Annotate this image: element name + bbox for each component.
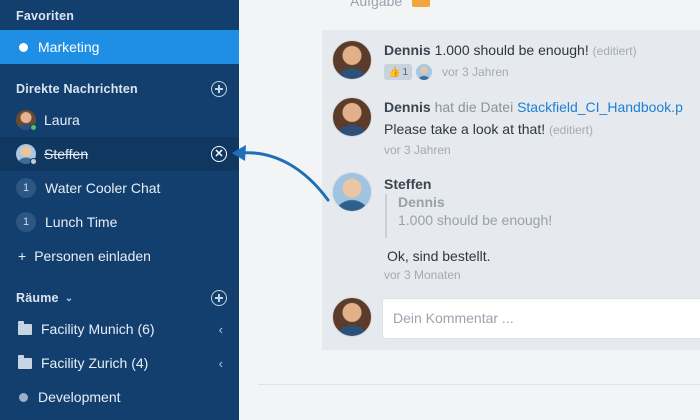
divider: [258, 384, 700, 385]
direct-messages-title: Direkte Nachrichten: [16, 82, 138, 96]
current-user-avatar: [332, 297, 372, 337]
like-badge[interactable]: 👍 1: [384, 64, 413, 80]
sidebar-item-development[interactable]: Development: [0, 380, 239, 414]
avatar: [16, 144, 37, 165]
sidebar-item-label: Development: [38, 389, 121, 405]
comment-text: Ok, sind bestellt.: [387, 248, 491, 264]
rooms-title-label: Räume: [16, 291, 59, 305]
comment-input[interactable]: Dein Kommentar ...: [382, 298, 700, 339]
annotation-arrow-icon: [232, 145, 330, 202]
member-count-badge: 1: [16, 178, 36, 198]
thumbs-up-icon: 👍: [388, 66, 401, 78]
comment-text-line: Dennis hat die Datei Stackfield_CI_Handb…: [384, 99, 683, 115]
chevron-left-icon[interactable]: ‹: [219, 356, 223, 371]
sidebar-item-facility-zurich[interactable]: Facility Zurich (4) ‹: [0, 346, 239, 380]
rooms-title[interactable]: Räume ⌄: [16, 291, 73, 305]
sidebar-item-label: Water Cooler Chat: [45, 180, 161, 196]
favorites-title: Favoriten: [16, 9, 75, 23]
comment-action: hat die Datei: [434, 99, 514, 115]
avatar[interactable]: [332, 172, 372, 212]
sidebar-item-lunch-time[interactable]: 1 Lunch Time: [0, 205, 239, 239]
comment-author[interactable]: Steffen: [384, 176, 431, 192]
plus-icon: +: [18, 248, 27, 264]
sidebar-item-label: Facility Munich (6): [41, 321, 155, 337]
sidebar-item-laura[interactable]: Laura: [0, 103, 239, 137]
chevron-left-icon[interactable]: ‹: [219, 322, 223, 337]
sidebar-item-label: Steffen: [44, 146, 89, 162]
comment-text: Please take a look at that!: [384, 121, 546, 137]
folder-icon: [18, 320, 32, 335]
sidebar-item-steffen[interactable]: Steffen ✕: [0, 137, 239, 171]
room-dot-icon: [19, 42, 28, 52]
invite-people-label: Personen einladen: [34, 248, 151, 264]
sidebar-item-facility-munich[interactable]: Facility Munich (6) ‹: [0, 312, 239, 346]
sidebar-item-label: Laura: [44, 112, 80, 128]
room-dot-icon: [19, 392, 28, 402]
quote-text: 1.000 should be enough!: [398, 212, 553, 228]
like-reactions[interactable]: 👍 1 vor 3 Jahren: [384, 64, 509, 80]
member-count-badge: 1: [16, 212, 36, 232]
add-direct-message-icon[interactable]: [211, 81, 227, 97]
comment-text-line: Dennis 1.000 should be enough! (editiert…: [384, 42, 637, 58]
invite-people-link[interactable]: + Personen einladen: [0, 239, 239, 273]
sidebar-item-label: Facility Zurich (4): [41, 355, 149, 371]
chevron-down-icon: ⌄: [64, 292, 74, 304]
avatar: [16, 110, 37, 131]
task-color-icon: [412, 0, 431, 7]
comment-author[interactable]: Dennis: [384, 99, 431, 115]
liker-avatar: [416, 64, 433, 80]
like-count: 1: [402, 66, 409, 78]
comment-text-line: Please take a look at that! (editiert): [384, 121, 593, 137]
folder-icon: [18, 354, 32, 369]
file-link[interactable]: Stackfield_CI_Handbook.p: [517, 99, 683, 115]
avatar[interactable]: [332, 97, 372, 137]
main-panel: Aufgabe Dennis 1.000 should be enough! (…: [239, 0, 700, 420]
sidebar: Favoriten Marketing Direkte Nachrichten …: [0, 0, 239, 420]
online-status-icon: [30, 124, 37, 131]
offline-status-icon: [30, 158, 37, 165]
comment-time: vor 3 Jahren: [442, 65, 509, 79]
comment-author[interactable]: Dennis: [384, 42, 431, 58]
edited-label: (editiert): [549, 123, 594, 137]
comments-section: Dennis 1.000 should be enough! (editiert…: [322, 30, 700, 350]
comment-time: vor 3 Jahren: [384, 143, 451, 157]
quote-author: Dennis: [398, 194, 445, 210]
edited-label: (editiert): [592, 44, 637, 58]
add-room-icon[interactable]: [211, 290, 227, 306]
close-conversation-icon[interactable]: ✕: [211, 146, 227, 162]
task-item[interactable]: Aufgabe: [350, 0, 431, 9]
sidebar-item-label: Lunch Time: [45, 214, 118, 230]
avatar[interactable]: [332, 40, 372, 80]
task-label: Aufgabe: [350, 0, 403, 9]
sidebar-item-label: Marketing: [38, 39, 100, 55]
quoted-comment: Dennis 1.000 should be enough!: [385, 194, 552, 238]
comment-time: vor 3 Monaten: [384, 268, 461, 282]
comment-author-line: Steffen: [384, 176, 431, 192]
comment-text: 1.000 should be enough!: [434, 42, 589, 58]
sidebar-item-marketing[interactable]: Marketing: [0, 30, 239, 64]
sidebar-item-water-cooler-chat[interactable]: 1 Water Cooler Chat: [0, 171, 239, 205]
